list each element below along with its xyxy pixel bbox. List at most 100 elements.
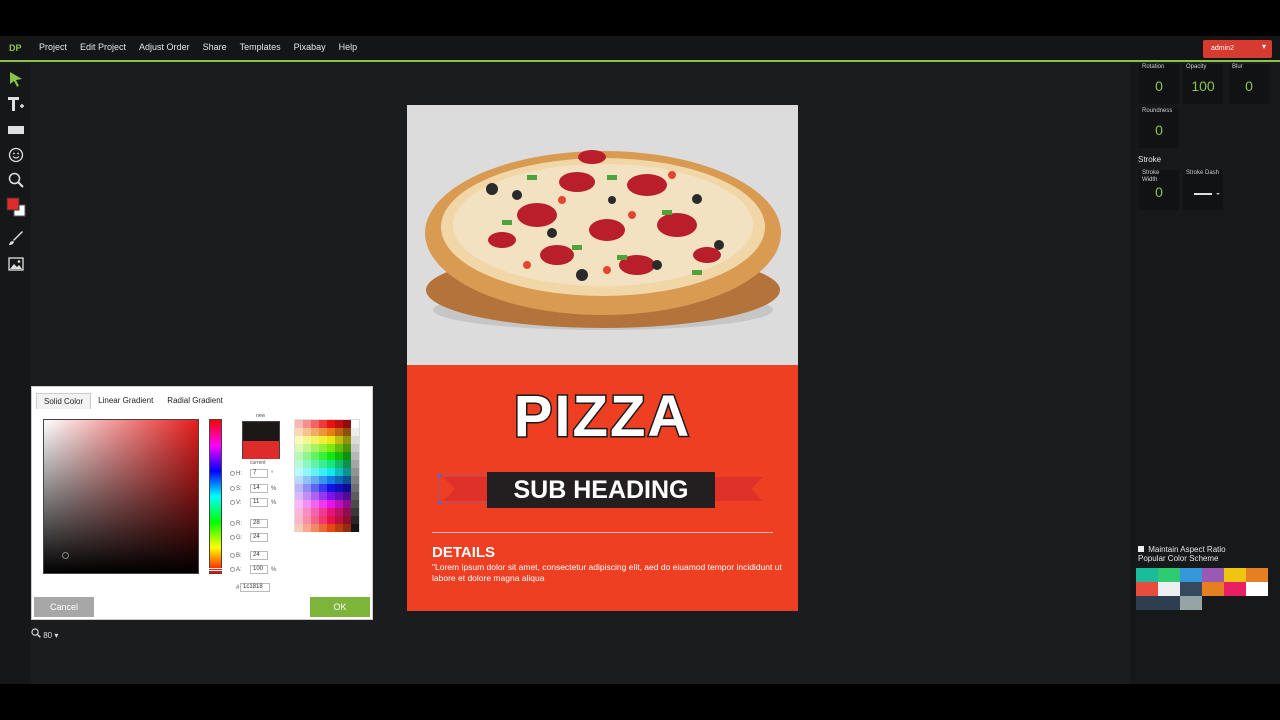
- color-icon[interactable]: [6, 197, 26, 217]
- color-swatch[interactable]: [1136, 596, 1158, 610]
- palette-cell[interactable]: [319, 500, 327, 508]
- palette-cell[interactable]: [303, 436, 311, 444]
- palette-cell[interactable]: [335, 436, 343, 444]
- text-add-icon[interactable]: [6, 94, 26, 114]
- palette-cell[interactable]: [343, 444, 351, 452]
- palette-cell[interactable]: [327, 524, 335, 532]
- palette-cell[interactable]: [295, 444, 303, 452]
- palette-cell[interactable]: [335, 508, 343, 516]
- palette-cell[interactable]: [343, 436, 351, 444]
- palette-cell[interactable]: [351, 452, 359, 460]
- zoom-control[interactable]: 80 ▾: [31, 628, 58, 640]
- palette-cell[interactable]: [335, 428, 343, 436]
- palette-cell[interactable]: [319, 468, 327, 476]
- palette-cell[interactable]: [319, 484, 327, 492]
- palette-cell[interactable]: [343, 508, 351, 516]
- s-radio[interactable]: [230, 486, 235, 491]
- palette-cell[interactable]: [303, 516, 311, 524]
- palette-cell[interactable]: [303, 428, 311, 436]
- palette-cell[interactable]: [303, 452, 311, 460]
- poster-subheading[interactable]: SUB HEADING: [487, 472, 715, 508]
- palette-cell[interactable]: [303, 468, 311, 476]
- color-swatch[interactable]: [1246, 582, 1268, 596]
- palette-cell[interactable]: [295, 524, 303, 532]
- palette-cell[interactable]: [303, 484, 311, 492]
- color-swatch[interactable]: [1246, 568, 1268, 582]
- palette-cell[interactable]: [295, 484, 303, 492]
- palette-cell[interactable]: [351, 484, 359, 492]
- palette-cell[interactable]: [295, 420, 303, 428]
- palette-cell[interactable]: [295, 508, 303, 516]
- palette-cell[interactable]: [327, 508, 335, 516]
- cancel-button[interactable]: Cancel: [34, 597, 94, 617]
- palette-cell[interactable]: [327, 460, 335, 468]
- palette-cell[interactable]: [303, 444, 311, 452]
- tab-radial-gradient[interactable]: Radial Gradient: [160, 393, 230, 409]
- color-swatch[interactable]: [1202, 582, 1224, 596]
- color-swatch[interactable]: [1158, 568, 1180, 582]
- palette-cell[interactable]: [319, 436, 327, 444]
- menu-project[interactable]: Project: [39, 42, 67, 52]
- user-menu-button[interactable]: admin2 ▾: [1203, 40, 1272, 58]
- emoji-icon[interactable]: [6, 145, 26, 165]
- v-input[interactable]: 11: [250, 498, 268, 507]
- palette-cell[interactable]: [311, 428, 319, 436]
- palette-cell[interactable]: [311, 420, 319, 428]
- saturation-value-area[interactable]: [43, 419, 199, 574]
- palette-cell[interactable]: [343, 500, 351, 508]
- palette-cell[interactable]: [335, 516, 343, 524]
- palette-cell[interactable]: [335, 460, 343, 468]
- palette-cell[interactable]: [319, 444, 327, 452]
- color-swatch[interactable]: [1224, 582, 1246, 596]
- palette-cell[interactable]: [327, 476, 335, 484]
- palette-cell[interactable]: [311, 452, 319, 460]
- menu-share[interactable]: Share: [203, 42, 227, 52]
- r-input[interactable]: 28: [250, 519, 268, 528]
- palette-cell[interactable]: [327, 484, 335, 492]
- palette-cell[interactable]: [343, 468, 351, 476]
- image-icon[interactable]: [6, 254, 26, 274]
- palette-cell[interactable]: [351, 492, 359, 500]
- color-swatch[interactable]: [1136, 582, 1158, 596]
- tab-solid-color[interactable]: Solid Color: [36, 393, 92, 409]
- palette-cell[interactable]: [311, 468, 319, 476]
- palette-cell[interactable]: [295, 436, 303, 444]
- palette-cell[interactable]: [351, 444, 359, 452]
- palette-cell[interactable]: [335, 484, 343, 492]
- palette-cell[interactable]: [327, 468, 335, 476]
- palette-cell[interactable]: [319, 524, 327, 532]
- palette-cell[interactable]: [327, 492, 335, 500]
- color-swatch[interactable]: [1202, 568, 1224, 582]
- palette-cell[interactable]: [295, 500, 303, 508]
- a-radio[interactable]: [230, 567, 235, 572]
- palette-cell[interactable]: [319, 492, 327, 500]
- palette-cell[interactable]: [319, 420, 327, 428]
- poster-details-text[interactable]: "Lorem ipsum dolor sit amet, consectetur…: [432, 562, 782, 584]
- palette-cell[interactable]: [343, 460, 351, 468]
- palette-cell[interactable]: [343, 524, 351, 532]
- zoom-icon[interactable]: [6, 170, 26, 190]
- palette-cell[interactable]: [319, 516, 327, 524]
- palette-cell[interactable]: [303, 524, 311, 532]
- palette-cell[interactable]: [351, 516, 359, 524]
- opacity-field[interactable]: Opacity 100: [1183, 64, 1223, 104]
- poster-canvas[interactable]: PIZZA SUB HEADING DETAILS "Lorem ipsum d…: [407, 105, 798, 611]
- palette-cell[interactable]: [303, 508, 311, 516]
- palette-cell[interactable]: [311, 500, 319, 508]
- palette-cell[interactable]: [327, 420, 335, 428]
- palette-cell[interactable]: [295, 476, 303, 484]
- tab-linear-gradient[interactable]: Linear Gradient: [91, 393, 160, 409]
- palette-cell[interactable]: [303, 460, 311, 468]
- palette-cell[interactable]: [343, 492, 351, 500]
- rectangle-icon[interactable]: [6, 120, 26, 140]
- hue-handle[interactable]: [207, 568, 224, 571]
- roundness-field[interactable]: Roundness 0: [1139, 108, 1179, 148]
- hue-slider[interactable]: [207, 419, 224, 574]
- pizza-image[interactable]: [407, 105, 798, 365]
- palette-cell[interactable]: [303, 476, 311, 484]
- palette-cell[interactable]: [319, 476, 327, 484]
- h-radio[interactable]: [230, 471, 235, 476]
- palette-cell[interactable]: [311, 492, 319, 500]
- palette-cell[interactable]: [295, 428, 303, 436]
- palette-cell[interactable]: [319, 428, 327, 436]
